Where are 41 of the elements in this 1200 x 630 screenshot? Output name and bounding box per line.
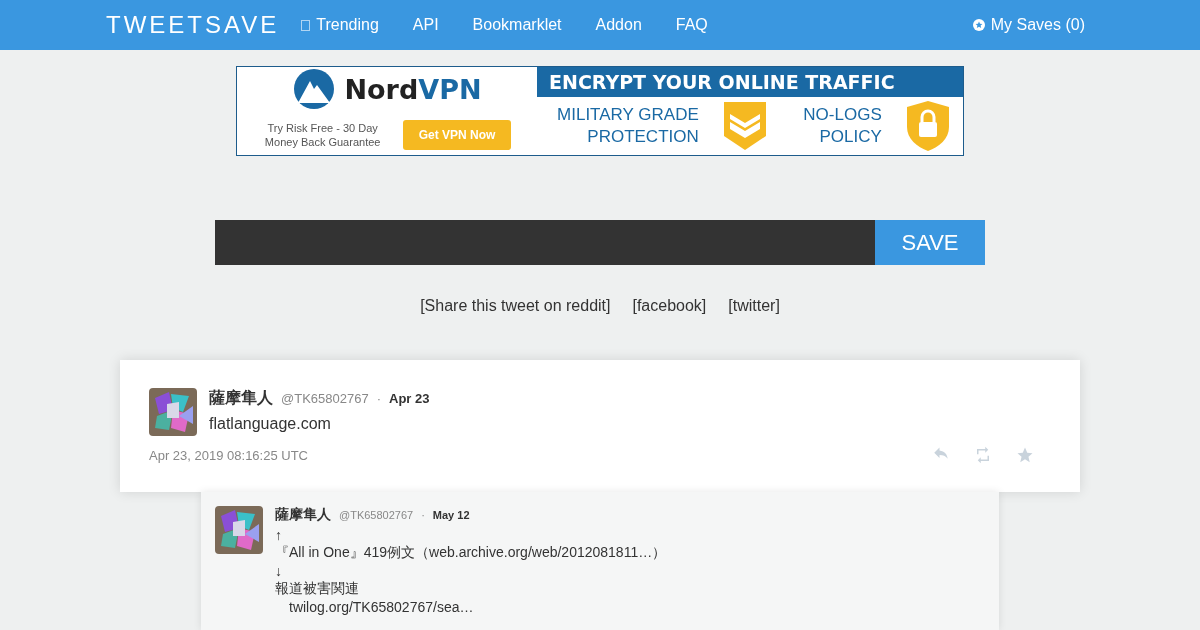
user-handle: @TK65802767 (339, 509, 414, 521)
shield-chevron-icon (722, 100, 769, 152)
tweet-date: May 12 (432, 509, 470, 521)
share-link[interactable]: [twitter] (728, 297, 780, 315)
logo[interactable]: TWEETSAVE (106, 11, 280, 39)
user-name: 薩摩隼人 (209, 388, 273, 408)
feature-text: MILITARY GRADE PROTECTION (556, 104, 699, 148)
user-handle: @TK65802767 (281, 391, 369, 406)
nav-link[interactable]: API (412, 16, 439, 34)
url-input[interactable] (215, 220, 875, 265)
ad-banner[interactable]: NordVPN Try Risk Free - 30 Day Money Back Guarantee Get VPN Now ENCRYPT YOUR ONLINE TRAFFIC MILITARY GRADE PROTECTION NO-LOGS POLICY (236, 66, 964, 156)
feature-text: NO-LOGS POLICY (802, 104, 882, 148)
retweet-icon[interactable] (974, 446, 992, 464)
tweet-text-line: twilog.org/TK65802767/sea… (288, 599, 475, 617)
share-link[interactable]: [Share this tweet on reddit] (420, 297, 611, 315)
star-icon[interactable] (1016, 446, 1034, 464)
timestamp: Apr 23, 2019 08:16:25 UTC (149, 447, 308, 463)
nav-link[interactable]: Trending (301, 16, 379, 34)
separator-dot: · (421, 509, 425, 521)
nav-link[interactable]: FAQ (675, 16, 708, 34)
tweet-text-line: ↓ (275, 563, 283, 579)
placeholder-icon (301, 19, 311, 31)
nav-link[interactable]: Addon (595, 16, 642, 34)
user-name: 薩摩隼人 (275, 506, 331, 524)
tweet-text-line: 報道被害関連 (275, 580, 360, 598)
my-saves-link[interactable]: My Saves (0) (972, 16, 1085, 34)
tweet-text: flatlanguage.com (209, 415, 332, 433)
offer-text: Try Risk Free - 30 Day Money Back Guarantee (263, 121, 382, 149)
nav-link[interactable]: Bookmarklet (472, 16, 562, 34)
save-button[interactable]: SAVE (875, 220, 985, 265)
tweet-text-line: 『All in One』419例文（web.archive.org/web/2012081811…） (275, 544, 667, 562)
cta-button[interactable]: Get VPN Now (402, 120, 512, 150)
mountain-logo-icon (292, 69, 337, 109)
padlock-shield-icon (905, 100, 952, 152)
separator-dot: · (376, 391, 381, 406)
brand-name: NordVPN (344, 73, 482, 105)
ad-headline: ENCRYPT YOUR ONLINE TRAFFIC (537, 67, 963, 97)
tweet-date: Apr 23 (389, 391, 430, 406)
star-icon (972, 19, 985, 31)
share-link[interactable]: [facebook] (632, 297, 707, 315)
tweet-text-line: ↑ (275, 527, 283, 543)
